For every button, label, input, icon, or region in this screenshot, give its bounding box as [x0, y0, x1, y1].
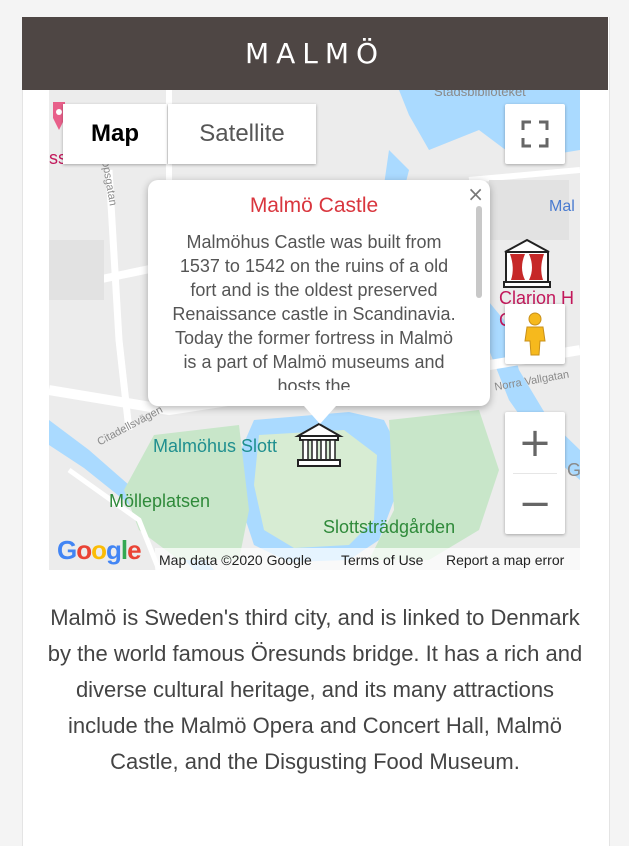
info-window: Malmö Castle Malmöhus Castle was built f… [148, 180, 490, 406]
info-window-title: Malmö Castle [249, 194, 379, 217]
report-error-link[interactable]: Report a map error [446, 552, 564, 568]
poi-label: Mal [549, 198, 575, 215]
poi-label: G [567, 460, 580, 480]
zoom-controls: + − [505, 412, 565, 534]
map-attribution: Google Map data ©2020 Google Terms of Us… [49, 535, 580, 570]
pegman-icon [524, 312, 546, 356]
park-map-label: Mölleplatsen [109, 491, 211, 511]
terms-link[interactable]: Terms of Use [341, 552, 423, 568]
map[interactable]: Stadsbiblioteket opsgatan Citadellsvägen… [49, 90, 580, 570]
fullscreen-icon [521, 120, 549, 148]
info-window-scrollbar[interactable] [476, 206, 482, 298]
close-icon[interactable]: × [467, 182, 484, 206]
theatre-marker-icon[interactable] [501, 238, 553, 290]
castle-map-label: Malmöhus Slott [153, 436, 278, 456]
castle-marker-icon[interactable] [294, 422, 344, 470]
map-data-text: Map data ©2020 Google [159, 552, 312, 568]
info-window-content: Malmö Castle Malmöhus Castle was built f… [166, 194, 462, 390]
street-label: Stadsbiblioteket [434, 90, 526, 99]
map-type-map-button[interactable]: Map [63, 104, 167, 164]
map-type-satellite-button[interactable]: Satellite [168, 104, 316, 164]
info-window-tail [304, 406, 336, 424]
page-title: MALMÖ [244, 37, 386, 70]
page-header: MALMÖ [22, 17, 608, 90]
info-window-text: Malmöhus Castle was built from 1537 to 1… [172, 232, 456, 390]
google-logo[interactable]: Google [57, 535, 142, 566]
zoom-out-button[interactable]: − [505, 474, 565, 534]
fullscreen-button[interactable] [505, 104, 565, 164]
city-description: Malmö is Sweden's third city, and is lin… [47, 605, 583, 774]
zoom-in-button[interactable]: + [505, 413, 565, 473]
park-map-label: Slottsträdgården [323, 517, 456, 537]
street-view-button[interactable] [505, 304, 565, 364]
